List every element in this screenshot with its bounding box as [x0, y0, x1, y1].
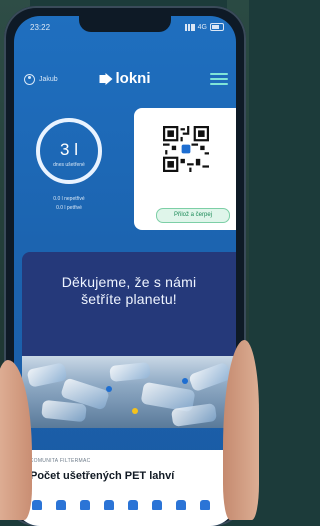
logo-text: lokni [115, 70, 151, 87]
bottle-icon-row [32, 500, 210, 510]
hamburger-menu-icon[interactable] [210, 73, 228, 85]
bottle-icon [56, 500, 66, 510]
counter-unit-label: dnes ušetřené [53, 162, 85, 168]
stat-line-sparkling: 0.0 l petřivé [56, 205, 82, 211]
logo-speaker-icon [99, 72, 113, 85]
status-icons: 4G [184, 23, 224, 31]
banner-title-line2: šetříte planetu! [81, 291, 177, 307]
qr-card: Přilož a čerpej [134, 108, 236, 230]
app-screen: 23:22 4G Jakub lokni 3 l dnes ušetřené 0… [14, 16, 236, 526]
stats-title: Počet ušetřených PET lahví [30, 470, 175, 482]
banner-title: Děkujeme, že s námi šetříte planetu! [22, 274, 236, 308]
bottle-icon [80, 500, 90, 510]
counter-value: 3 l [60, 140, 78, 159]
community-stats-card: KOMUNITA FILTERMAC Počet ušetřených PET … [22, 450, 236, 526]
user-name: Jakub [39, 76, 58, 83]
user-profile-link[interactable]: Jakub [24, 74, 58, 85]
water-counter-card: 3 l dnes ušetřené 0.0 l nepetřivé 0.0 l … [28, 108, 132, 226]
bottle-icon [152, 500, 162, 510]
signal-icon [184, 23, 195, 31]
bottle-icon [104, 500, 114, 510]
network-label: 4G [197, 23, 207, 31]
bottle-icon [128, 500, 138, 510]
phone-frame: 23:22 4G Jakub lokni 3 l dnes ušetřené 0… [4, 6, 246, 526]
battery-icon [210, 23, 224, 31]
top-nav: Jakub lokni [14, 70, 236, 90]
plastic-bottles-photo [22, 356, 236, 428]
stat-line-nonsparkling: 0.0 l nepetřivé [53, 196, 85, 202]
app-logo: lokni [99, 70, 151, 87]
qr-code [163, 126, 209, 172]
status-bar: 23:22 4G [14, 20, 236, 34]
community-label: KOMUNITA FILTERMAC [30, 458, 91, 464]
attach-and-pour-button[interactable]: Přilož a čerpej [156, 208, 230, 223]
user-icon [24, 74, 35, 85]
bottle-icon [200, 500, 210, 510]
promo-banner: Děkujeme, že s námi šetříte planetu! [22, 252, 236, 428]
bottle-icon [176, 500, 186, 510]
banner-title-line1: Děkujeme, že s námi [61, 274, 197, 290]
bottle-icon [32, 500, 42, 510]
status-time: 23:22 [30, 23, 51, 32]
